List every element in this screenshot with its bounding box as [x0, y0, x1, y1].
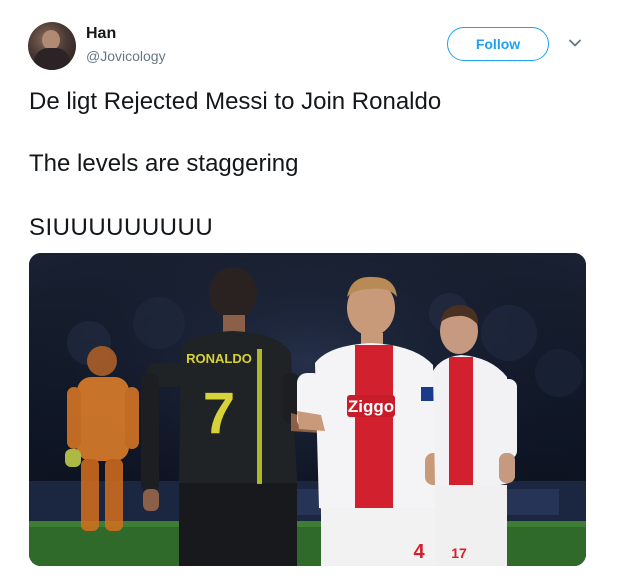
shorts-number-left: 4 — [413, 541, 425, 563]
follow-button[interactable]: Follow — [447, 27, 549, 61]
sponsor-text: Ziggo — [348, 397, 394, 416]
tweet-text-line-1: De ligt Rejected Messi to Join Ronaldo — [29, 88, 442, 115]
avatar-body — [34, 48, 70, 70]
shirt-number-text: 7 — [203, 381, 235, 446]
photo-illustration: RONALDO 7 Ziggo 4 17 — [29, 253, 586, 566]
tweet-text-line-3: SIUUUUUUUUU — [29, 214, 214, 241]
avatar-face — [42, 30, 60, 50]
shorts-number-right: 17 — [451, 545, 467, 561]
display-name[interactable]: Han — [86, 25, 116, 43]
user-handle[interactable]: @Jovicology — [86, 48, 166, 64]
tweet-photo[interactable]: RONALDO 7 Ziggo 4 17 — [29, 253, 586, 566]
avatar[interactable] — [28, 22, 76, 70]
shirt-name-text: RONALDO — [186, 351, 252, 366]
chevron-down-icon[interactable] — [568, 36, 582, 50]
tweet-text-line-2: The levels are staggering — [29, 150, 299, 177]
